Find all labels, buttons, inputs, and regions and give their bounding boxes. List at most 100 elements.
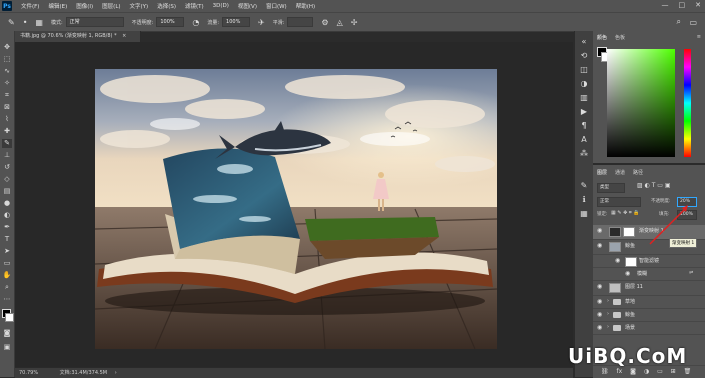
brush-tool-icon[interactable]: ✎ [2, 139, 12, 148]
type-tool-icon[interactable]: T [2, 235, 12, 244]
collapse-panels-icon[interactable]: « [579, 37, 589, 47]
clone-stamp-tool-icon[interactable]: ⊥ [2, 151, 12, 160]
close-tab-icon[interactable]: × [122, 33, 126, 39]
character-panel-icon[interactable]: A [579, 135, 589, 145]
blend-mode-select[interactable]: 正常 [597, 197, 641, 207]
search-icon[interactable]: ⌕ [677, 17, 681, 27]
expand-arrow-icon[interactable]: › [607, 311, 609, 317]
pressure-size-icon[interactable]: ✢ [351, 18, 358, 27]
expand-arrow-icon[interactable]: › [607, 298, 609, 304]
tab-channels[interactable]: 通道 [615, 169, 625, 176]
paragraph-panel-icon[interactable]: ¶ [579, 121, 589, 131]
brush-settings-panel-icon[interactable]: ✎ [579, 181, 589, 191]
adjustments-panel-icon[interactable]: ◑ [579, 79, 589, 89]
new-group-icon[interactable]: ▭ [657, 368, 663, 375]
opacity-field[interactable]: 100% [156, 17, 185, 27]
menu-filter[interactable]: 滤镜(T) [185, 2, 204, 10]
zoom-tool-icon[interactable]: ⌕ [2, 283, 12, 292]
visibility-eye-icon[interactable]: ◉ [625, 269, 633, 279]
quick-select-tool-icon[interactable]: ✧ [2, 79, 12, 88]
menu-help[interactable]: 帮助(H) [296, 2, 315, 10]
layer-row[interactable]: ◉ 图层 11 [593, 281, 705, 296]
filter-icons[interactable]: ▨ ◐ T ▭ ▣ [637, 182, 671, 189]
healing-tool-icon[interactable]: ✚ [2, 127, 12, 136]
lock-icons[interactable]: ▦ ✎ ✥ ⌗ 🔒 [611, 210, 640, 216]
layer-row[interactable]: ◉ › 鲸鱼 [593, 309, 705, 322]
status-menu-arrow-icon[interactable]: › [115, 370, 117, 376]
glyphs-panel-icon[interactable]: ⁂ [579, 149, 589, 159]
flow-field[interactable]: 100% [222, 17, 251, 27]
eraser-tool-icon[interactable]: ◇ [2, 175, 12, 184]
frame-tool-icon[interactable]: ⊠ [2, 103, 12, 112]
menu-3d[interactable]: 3D(D) [213, 3, 229, 9]
info-panel-icon[interactable]: ℹ [579, 195, 589, 205]
artwork-canvas[interactable] [95, 69, 497, 349]
brush-preset-picker[interactable]: • [23, 18, 28, 27]
pen-tool-icon[interactable]: ✒ [2, 223, 12, 232]
hue-slider[interactable] [684, 49, 691, 157]
menu-view[interactable]: 视图(V) [238, 2, 257, 10]
layer-row[interactable]: ◉ › 草地 [593, 296, 705, 309]
maximize-button[interactable]: □ [679, 1, 686, 9]
screen-mode-icon[interactable]: ▣ [2, 343, 12, 352]
close-button[interactable]: ✕ [695, 1, 701, 9]
smoothing-field[interactable] [287, 17, 314, 27]
tab-color[interactable]: 颜色 [597, 34, 607, 41]
history-brush-tool-icon[interactable]: ↺ [2, 163, 12, 172]
brush-settings-icon[interactable]: ▦ [35, 18, 43, 27]
crop-tool-icon[interactable]: ⌗ [2, 91, 12, 100]
path-select-tool-icon[interactable]: ➤ [2, 247, 12, 256]
menu-layer[interactable]: 图层(L) [102, 2, 120, 10]
layer-style-icon[interactable]: fx [617, 368, 623, 375]
eyedropper-tool-icon[interactable]: ⌇ [2, 115, 12, 124]
layer-row[interactable]: ◉ › 场景 [593, 322, 705, 335]
visibility-eye-icon[interactable]: ◉ [597, 297, 605, 307]
tab-layers[interactable]: 图层 [597, 169, 607, 176]
navigator-panel-icon[interactable]: ▦ [579, 209, 589, 219]
brush-tool-icon[interactable]: ✎ [8, 18, 15, 27]
history-panel-icon[interactable]: ⟲ [579, 51, 589, 61]
visibility-eye-icon[interactable]: ◉ [597, 282, 605, 292]
layer-row[interactable]: ◉ 模糊 ⇌ [593, 268, 705, 281]
background-color-swatch[interactable] [5, 313, 14, 322]
marquee-tool-icon[interactable]: ⬚ [2, 55, 12, 64]
properties-panel-icon[interactable]: ◫ [579, 65, 589, 75]
gradient-tool-icon[interactable]: ▤ [2, 187, 12, 196]
document-tab[interactable]: 书籍.jpg @ 70.6% (渐变映射 1, RGB/8) * × [15, 31, 141, 42]
tab-paths[interactable]: 路径 [633, 169, 643, 176]
new-adjustment-icon[interactable]: ◑ [644, 368, 649, 375]
menu-edit[interactable]: 编辑(E) [48, 2, 67, 10]
libraries-panel-icon[interactable]: ▥ [579, 93, 589, 103]
visibility-eye-icon[interactable]: ◉ [597, 241, 605, 251]
lasso-tool-icon[interactable]: ∿ [2, 67, 12, 76]
move-tool-icon[interactable]: ✥ [2, 43, 12, 52]
more-tools-icon[interactable]: ⋯ [2, 295, 12, 304]
minimize-button[interactable]: — [662, 1, 669, 9]
brush-angle-icon[interactable]: ◬ [337, 18, 343, 27]
link-layers-icon[interactable]: ⛓ [601, 368, 609, 375]
tab-swatches[interactable]: 色板 [615, 34, 625, 41]
filter-options-icon[interactable]: ⇌ [689, 270, 693, 276]
zoom-level[interactable]: 70.79% [19, 370, 38, 376]
panel-menu-icon[interactable]: ≡ [697, 34, 701, 40]
layer-row[interactable]: ◉ 智能滤镜 [593, 255, 705, 268]
new-layer-icon[interactable]: ⊞ [671, 368, 676, 375]
menu-select[interactable]: 选择(S) [157, 2, 176, 10]
airbrush-icon[interactable]: ✈ [258, 18, 265, 27]
blur-tool-icon[interactable]: ● [2, 199, 12, 208]
hand-tool-icon[interactable]: ✋ [2, 271, 12, 280]
visibility-eye-icon[interactable]: ◉ [597, 310, 605, 320]
smoothing-settings-icon[interactable]: ⚙ [321, 18, 328, 27]
visibility-eye-icon[interactable]: ◉ [597, 226, 605, 236]
menu-image[interactable]: 图像(I) [76, 2, 93, 10]
color-picker-field[interactable] [607, 49, 675, 157]
visibility-eye-icon[interactable]: ◉ [615, 256, 623, 266]
quick-mask-icon[interactable]: ◙ [2, 329, 12, 338]
mode-select[interactable]: 正常 [65, 17, 124, 27]
menu-window[interactable]: 窗口(W) [266, 2, 287, 10]
workspace-icon[interactable]: ▭ [689, 18, 697, 27]
pressure-opacity-icon[interactable]: ◔ [192, 18, 199, 27]
delete-layer-icon[interactable]: 🗑 [684, 368, 692, 375]
actions-panel-icon[interactable]: ▶ [579, 107, 589, 117]
visibility-eye-icon[interactable]: ◉ [597, 323, 605, 333]
